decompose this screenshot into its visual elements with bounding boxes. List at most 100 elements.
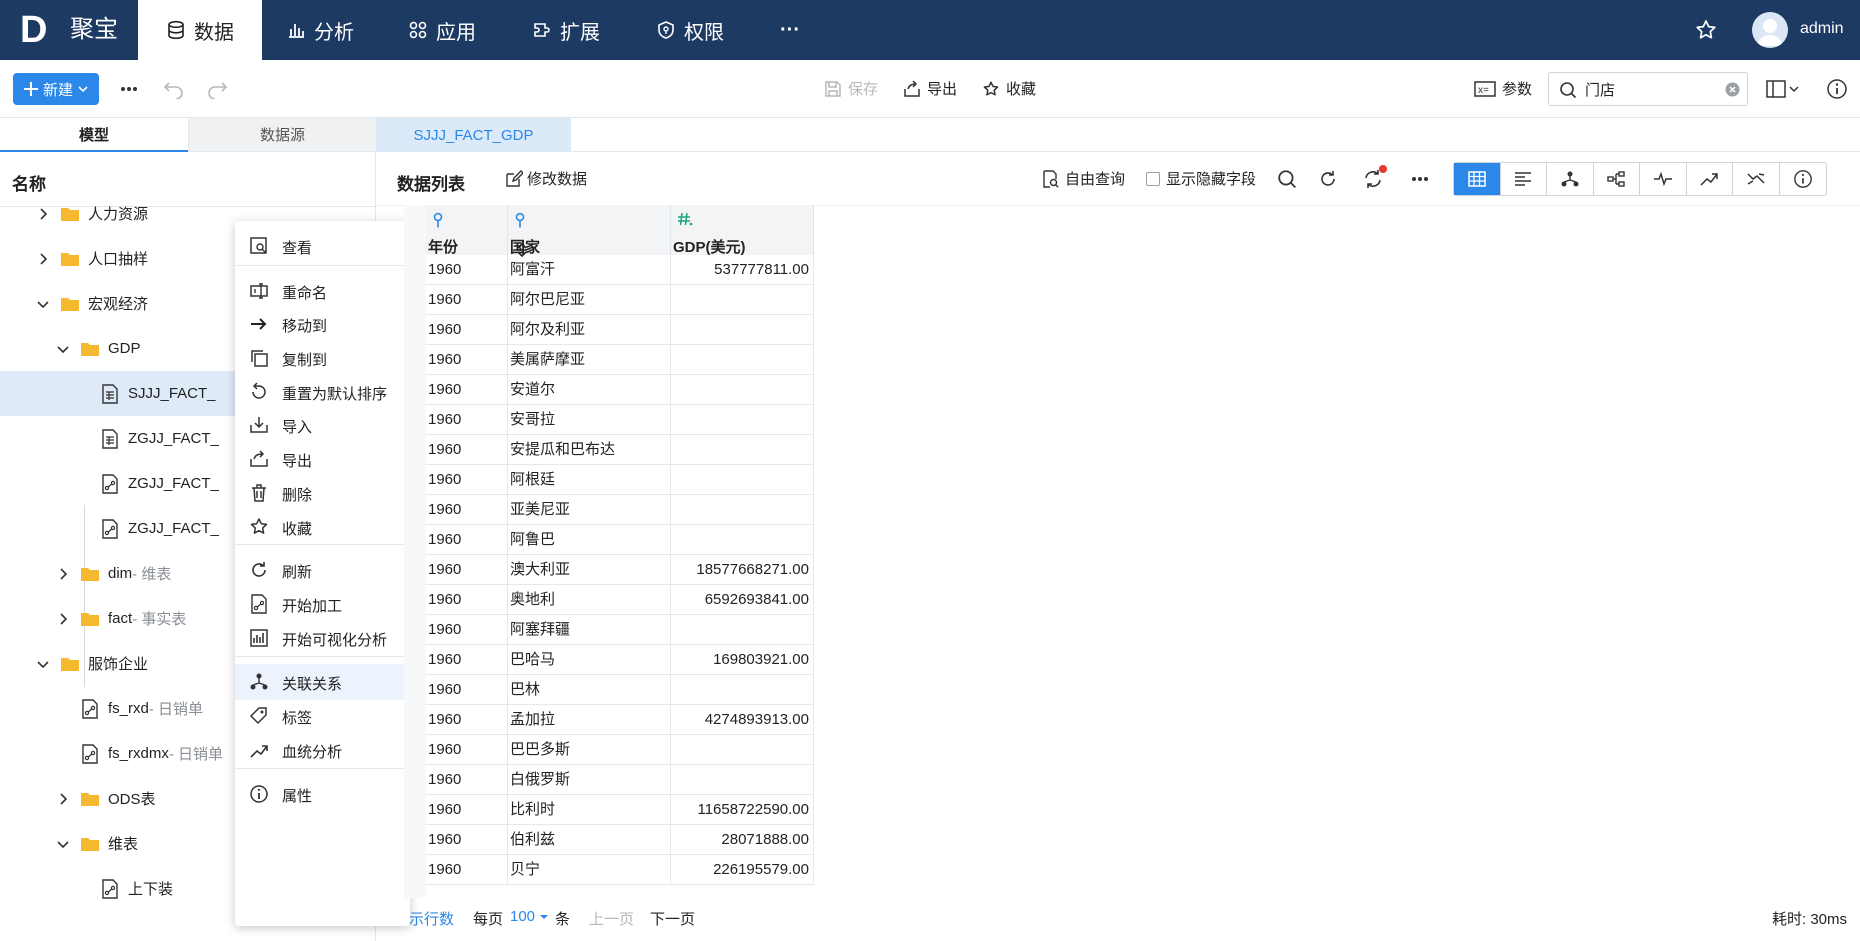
table-cell: 阿鲁巴 bbox=[508, 525, 671, 555]
column-header-gdp[interactable]: GDP(美元) bbox=[671, 205, 814, 256]
relation-icon bbox=[1561, 171, 1579, 187]
table-row[interactable]: 1960 巴巴多斯 bbox=[426, 735, 814, 765]
chevron-right-icon[interactable] bbox=[56, 567, 70, 581]
info-icon[interactable] bbox=[1826, 78, 1848, 100]
redo-icon[interactable] bbox=[206, 79, 228, 99]
table-row[interactable]: 1960 巴哈马 169803921.00 bbox=[426, 645, 814, 675]
list-view-button[interactable] bbox=[1501, 163, 1548, 195]
nav-data[interactable]: 数据 bbox=[138, 0, 262, 60]
menu-item-lineage[interactable]: 血统分析 bbox=[235, 732, 410, 768]
app-logo[interactable]: D bbox=[20, 10, 47, 50]
column-header-country[interactable]: 国家 bbox=[508, 205, 671, 257]
params-button[interactable]: x= 参数 bbox=[1474, 78, 1532, 99]
menu-item-star[interactable]: 收藏 bbox=[235, 509, 410, 545]
chevron-down-icon[interactable] bbox=[36, 297, 50, 311]
favorites-star-icon[interactable] bbox=[1694, 18, 1718, 42]
chevron-right-icon[interactable] bbox=[36, 207, 50, 221]
etl-file-icon bbox=[80, 743, 100, 764]
chevron-down-icon[interactable] bbox=[56, 342, 70, 356]
per-page-select[interactable]: 100 bbox=[510, 908, 549, 925]
free-query-button[interactable]: 自由查询 bbox=[1041, 168, 1125, 189]
table-row[interactable]: 1960 安哥拉 bbox=[426, 405, 814, 435]
search-field[interactable] bbox=[1548, 72, 1748, 106]
table-row[interactable]: 1960 奥地利 6592693841.00 bbox=[426, 585, 814, 615]
table-row[interactable]: 1960 阿富汗 537777811.00 bbox=[426, 255, 814, 285]
table-row[interactable]: 1960 美属萨摩亚 bbox=[426, 345, 814, 375]
table-row[interactable]: 1960 比利时 11658722590.00 bbox=[426, 795, 814, 825]
table-row[interactable]: 1960 安提瓜和巴布达 bbox=[426, 435, 814, 465]
favorite-button[interactable]: 收藏 bbox=[982, 78, 1036, 99]
table-row[interactable]: 1960 阿根廷 bbox=[426, 465, 814, 495]
menu-item-chart[interactable]: 开始可视化分析 bbox=[235, 620, 410, 656]
table-row[interactable]: 1960 安道尔 bbox=[426, 375, 814, 405]
search-input[interactable] bbox=[1585, 79, 1715, 99]
menu-item-info[interactable]: 属性 bbox=[235, 776, 410, 812]
menu-item-move[interactable]: 移动到 bbox=[235, 306, 410, 342]
menu-item-tag[interactable]: 标签 bbox=[235, 698, 410, 734]
prev-page-button[interactable]: 上一页 bbox=[589, 908, 634, 929]
menu-item-etl[interactable]: 开始加工 bbox=[235, 586, 410, 622]
menu-item-trash[interactable]: 删除 bbox=[235, 475, 410, 511]
properties-view-button[interactable] bbox=[1780, 163, 1826, 195]
tab-datasource[interactable]: 数据源 bbox=[188, 118, 376, 152]
menu-item-export[interactable]: 导出 bbox=[235, 441, 410, 477]
menu-item-import[interactable]: 导入 bbox=[235, 407, 410, 443]
nav-permission[interactable]: 权限 bbox=[656, 0, 724, 60]
nav-extension[interactable]: 扩展 bbox=[532, 0, 600, 60]
more-icon[interactable] bbox=[1411, 176, 1429, 182]
relation-view-button[interactable] bbox=[1547, 163, 1594, 195]
nav-more[interactable]: ··· bbox=[780, 0, 800, 60]
menu-item-copy[interactable]: 复制到 bbox=[235, 340, 410, 376]
avatar[interactable] bbox=[1752, 12, 1788, 48]
table-row[interactable]: 1960 孟加拉 4274893913.00 bbox=[426, 705, 814, 735]
auto-refresh-button[interactable] bbox=[1363, 165, 1389, 191]
clear-icon[interactable] bbox=[1725, 82, 1740, 97]
undo-icon[interactable] bbox=[163, 79, 185, 99]
tab-sjjj-fact-gdp[interactable]: SJJJ_FACT_GDP bbox=[376, 118, 571, 152]
compare-view-button[interactable] bbox=[1733, 163, 1780, 195]
table-row[interactable]: 1960 阿塞拜疆 bbox=[426, 615, 814, 645]
layout-toggle-icon[interactable] bbox=[1766, 79, 1802, 99]
nav-apps[interactable]: 应用 bbox=[408, 0, 476, 60]
show-hidden-fields-toggle[interactable]: 显示隐藏字段 bbox=[1146, 168, 1256, 189]
show-hidden-checkbox[interactable] bbox=[1146, 171, 1160, 186]
chevron-right-icon[interactable] bbox=[56, 612, 70, 626]
chevron-right-icon[interactable] bbox=[56, 792, 70, 806]
menu-item-view[interactable]: 查看 bbox=[235, 228, 410, 264]
table-row[interactable]: 1960 白俄罗斯 bbox=[426, 765, 814, 795]
menu-item-relation[interactable]: 关联关系 bbox=[235, 664, 410, 700]
table-cell: 阿根廷 bbox=[508, 465, 671, 495]
export-button[interactable]: 导出 bbox=[903, 78, 957, 99]
username[interactable]: admin bbox=[1800, 20, 1844, 38]
column-header-year[interactable]: 年份 bbox=[426, 205, 508, 256]
menu-item-rename[interactable]: 重命名 bbox=[235, 273, 410, 309]
table-row[interactable]: 1960 阿尔及利亚 bbox=[426, 315, 814, 345]
flow-view-button[interactable] bbox=[1594, 163, 1641, 195]
menu-item-reset[interactable]: 重置为默认排序 bbox=[235, 374, 410, 410]
table-view-button[interactable] bbox=[1454, 163, 1501, 195]
trend-view-button[interactable] bbox=[1687, 163, 1734, 195]
table-row[interactable]: 1960 澳大利亚 18577668271.00 bbox=[426, 555, 814, 585]
show-rows-link[interactable]: 示行数 bbox=[409, 908, 454, 929]
table-row[interactable]: 1960 亚美尼亚 bbox=[426, 495, 814, 525]
table-row[interactable]: 1960 阿鲁巴 bbox=[426, 525, 814, 555]
chevron-down-icon[interactable] bbox=[36, 657, 50, 671]
chevron-right-icon[interactable] bbox=[36, 252, 50, 266]
pulse-view-button[interactable] bbox=[1640, 163, 1687, 195]
edit-data-button[interactable]: 修改数据 bbox=[505, 168, 587, 189]
table-row[interactable]: 1960 贝宁 226195579.00 bbox=[426, 855, 814, 885]
search-icon[interactable] bbox=[1277, 169, 1297, 189]
table-row[interactable]: 1960 巴林 bbox=[426, 675, 814, 705]
new-button[interactable]: 新建 bbox=[13, 73, 99, 105]
nav-analysis[interactable]: 分析 bbox=[286, 0, 354, 60]
redo-icon[interactable] bbox=[1318, 169, 1338, 189]
table-row[interactable]: 1960 伯利兹 28071888.00 bbox=[426, 825, 814, 855]
table-cell: 1960 bbox=[426, 495, 508, 525]
chevron-down-icon[interactable] bbox=[56, 837, 70, 851]
more-icon[interactable] bbox=[120, 82, 138, 96]
menu-item-refresh[interactable]: 刷新 bbox=[235, 552, 410, 588]
save-button[interactable]: 保存 bbox=[824, 78, 878, 99]
table-row[interactable]: 1960 阿尔巴尼亚 bbox=[426, 285, 814, 315]
next-page-button[interactable]: 下一页 bbox=[650, 908, 695, 929]
tab-model[interactable]: 模型 bbox=[0, 118, 188, 152]
